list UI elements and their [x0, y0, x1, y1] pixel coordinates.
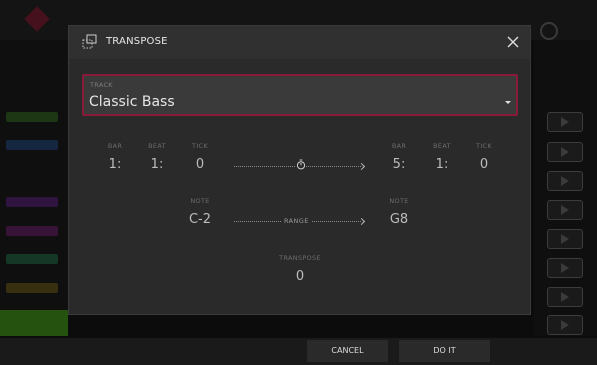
arrow-right-icon	[357, 217, 366, 226]
note-high-label: NOTE	[389, 197, 409, 205]
end-beat-label: BEAT	[433, 142, 451, 150]
transpose-dialog: TRANSPOSE TRACK Classic Bass BAR BEAT TI…	[68, 25, 531, 315]
background-play-slot	[547, 258, 583, 278]
cancel-button[interactable]: CANCEL	[307, 340, 388, 362]
arrow-right-icon	[357, 162, 366, 171]
background-track	[6, 283, 58, 293]
end-tick-label: TICK	[476, 142, 492, 150]
background-gear-icon	[540, 22, 558, 40]
background-track	[6, 112, 58, 122]
background-track	[6, 197, 58, 207]
start-bar-label: BAR	[107, 142, 123, 150]
close-icon[interactable]	[505, 34, 521, 50]
start-tick-field[interactable]: 0	[185, 157, 215, 172]
background-track	[6, 226, 58, 236]
range-label: RANGE	[281, 217, 312, 225]
background-play-slot	[547, 142, 583, 162]
background-play-slot	[547, 287, 583, 307]
start-beat-field[interactable]: 1:	[142, 157, 172, 172]
note-high-field[interactable]: G8	[377, 212, 421, 227]
end-bar-label: BAR	[391, 142, 407, 150]
transpose-field[interactable]: 0	[285, 269, 315, 284]
background-play-slot	[547, 200, 583, 220]
note-low-label: NOTE	[190, 197, 210, 205]
background-track-selected	[0, 310, 68, 336]
background-play-slot	[547, 112, 583, 132]
start-beat-label: BEAT	[148, 142, 166, 150]
transpose-icon	[82, 34, 97, 49]
background-bottom-bar	[0, 338, 597, 365]
start-tick-label: TICK	[192, 142, 208, 150]
background-play-slot	[547, 229, 583, 249]
background-play-slot	[547, 315, 583, 335]
track-label: TRACK	[90, 81, 113, 89]
dialog-title: TRANSPOSE	[106, 36, 168, 47]
end-beat-field[interactable]: 1:	[427, 157, 457, 172]
track-dropdown[interactable]: TRACK Classic Bass	[82, 74, 518, 116]
end-bar-field[interactable]: 5:	[384, 157, 414, 172]
note-low-field[interactable]: C-2	[178, 212, 222, 227]
background-play-slot	[547, 171, 583, 191]
end-tick-field[interactable]: 0	[469, 157, 499, 172]
track-value: Classic Bass	[89, 94, 175, 110]
chevron-down-icon	[505, 101, 511, 104]
do-it-button[interactable]: DO IT	[399, 340, 490, 362]
background-track	[6, 254, 58, 264]
dialog-header: TRANSPOSE	[69, 26, 530, 59]
stopwatch-icon	[296, 159, 306, 170]
transpose-label: TRANSPOSE	[279, 254, 321, 262]
start-bar-field[interactable]: 1:	[100, 157, 130, 172]
background-track	[6, 140, 58, 150]
